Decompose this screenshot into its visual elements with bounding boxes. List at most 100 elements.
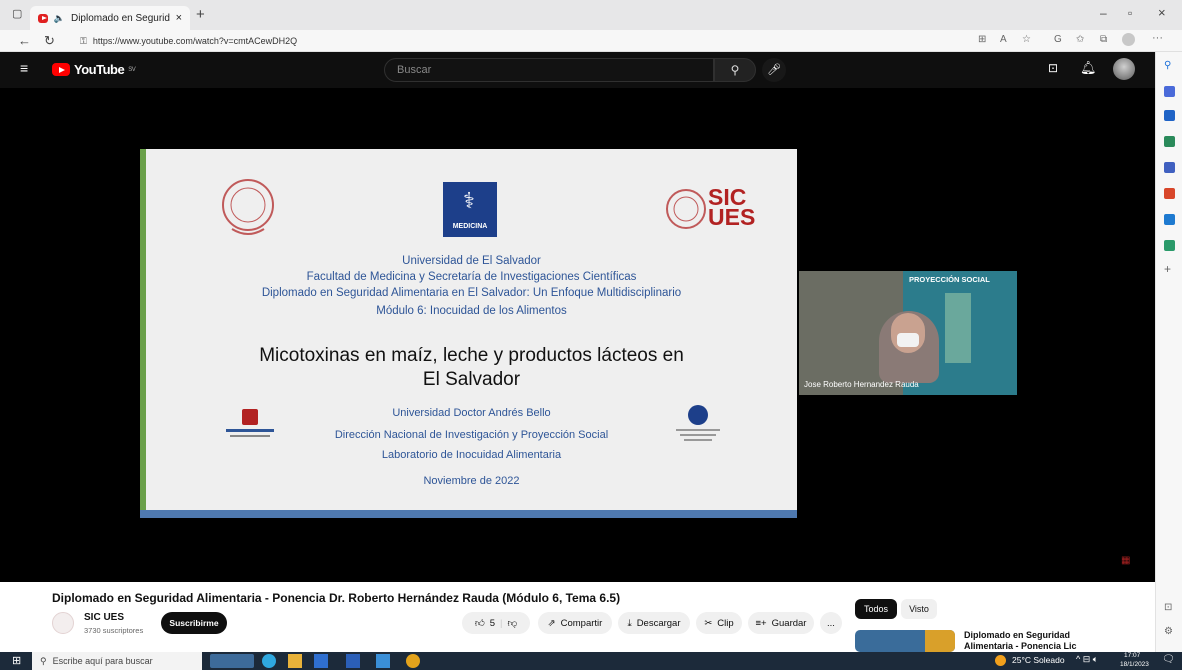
shopping-icon[interactable] — [1164, 110, 1175, 121]
collections-icon[interactable]: ⧉ — [1100, 34, 1107, 45]
slide-footer-direction: Dirección Nacional de Investigación y Pr… — [334, 429, 609, 441]
subscriber-count: 3730 suscriptores — [84, 626, 144, 635]
channel-avatar[interactable] — [52, 612, 74, 634]
channel-watermark-icon[interactable]: ▦ — [1121, 555, 1130, 566]
favorite-icon[interactable]: ☆ — [1022, 34, 1031, 45]
outlook-icon[interactable] — [1164, 214, 1175, 225]
photos-icon[interactable] — [376, 654, 390, 668]
slide-bottom-bar — [140, 510, 797, 518]
notifications-bell-icon[interactable]: 🔔︎ — [1080, 60, 1097, 76]
tab-actions-icon[interactable]: ▢ — [12, 7, 22, 20]
voice-search-button[interactable]: 🎤︎ — [762, 58, 786, 82]
store-icon[interactable] — [314, 654, 328, 668]
channel-name[interactable]: SIC UES — [84, 612, 124, 623]
slide-title-line1: Micotoxinas en maíz, leche y productos l… — [259, 345, 684, 366]
faculty-medicine-logo: ⚕ MEDICINA — [443, 182, 497, 237]
sic-ues-logo: SIC UES — [664, 181, 774, 237]
subscribe-button[interactable]: Suscribirme — [161, 612, 227, 634]
restore-icon[interactable]: ▫ — [1128, 6, 1132, 20]
profile-icon[interactable] — [1122, 33, 1135, 46]
copilot-icon[interactable] — [1164, 86, 1175, 97]
taskbar-search[interactable]: ⚲ Escribe aquí para buscar — [32, 652, 202, 670]
save-button[interactable]: ≡+ Guardar — [748, 612, 814, 634]
tools-icon[interactable] — [1164, 136, 1175, 147]
video-details: Diplomado en Seguridad Alimentaria - Pon… — [0, 582, 1155, 652]
recommended-video-title-line1[interactable]: Diplomado en Seguridad — [964, 630, 1070, 641]
edge-taskbar-icon[interactable] — [262, 654, 276, 668]
system-tray-icons[interactable]: ^ ⊟ 🔈︎ — [1076, 654, 1098, 665]
more-menu-icon[interactable]: ··· — [1152, 32, 1163, 44]
drop-icon[interactable] — [1164, 240, 1175, 251]
close-tab-icon[interactable]: × — [176, 12, 182, 24]
extension-icon[interactable]: G — [1054, 34, 1062, 45]
chip-todos[interactable]: Todos — [855, 599, 897, 619]
back-icon[interactable]: ← — [18, 33, 31, 48]
slide-footer-university: Universidad Doctor Andrés Bello — [392, 407, 551, 419]
thumbs-up-icon: 👍︎ — [474, 618, 485, 629]
slide-line-module: Módulo 6: Inocuidad de los Alimentos — [376, 305, 567, 317]
university-seal-logo — [222, 179, 274, 235]
youtube-favicon-icon — [38, 13, 48, 23]
like-count: 5 — [489, 617, 496, 629]
microphone-icon: 🎤︎ — [767, 64, 781, 76]
country-code: SV — [128, 66, 136, 73]
slide-footer-laboratory: Laboratorio de Inocuidad Alimentaria — [381, 449, 562, 461]
new-tab-icon[interactable]: + — [196, 6, 205, 23]
slide-line-university: Universidad de El Salvador — [402, 255, 541, 267]
word-icon[interactable] — [346, 654, 360, 668]
url-text: https://www.youtube.com/watch?v=cmtACewD… — [92, 36, 298, 46]
file-explorer-icon[interactable] — [288, 654, 302, 668]
hamburger-menu-icon[interactable]: ≡ — [20, 60, 28, 76]
weather-sun-icon — [995, 655, 1006, 666]
more-actions-button[interactable]: ... — [820, 612, 842, 634]
notifications-icon[interactable]: 🗨︎ — [1162, 654, 1175, 665]
clock-date[interactable]: 18/1/2023 — [1120, 661, 1149, 668]
download-button[interactable]: ⤓ Descargar — [618, 612, 690, 634]
video-player[interactable]: ⚕ MEDICINA SIC UES Universidad de El Sal… — [0, 88, 1155, 582]
scissors-icon: ✂ — [704, 617, 713, 629]
sidebar-settings-icon[interactable]: ⚙ — [1164, 626, 1173, 637]
add-sidebar-item-icon[interactable]: + — [1164, 262, 1171, 276]
playlist-add-icon: ≡+ — [755, 617, 767, 629]
favorites-bar-icon[interactable]: ✩ — [1076, 34, 1084, 45]
taskbar-widget-icon[interactable] — [210, 654, 254, 668]
read-aloud-icon[interactable]: A — [1000, 34, 1007, 45]
games-icon[interactable] — [1164, 162, 1175, 173]
clip-label: Clip — [717, 617, 734, 629]
chip-visto[interactable]: Visto — [901, 599, 937, 619]
weather-text[interactable]: 25°C Soleado — [1012, 655, 1065, 665]
search-icon: ⚲ — [730, 63, 740, 77]
ues-logo-text: UES — [708, 204, 756, 230]
user-avatar[interactable] — [1113, 58, 1135, 80]
like-dislike-button[interactable]: 👍︎ 5 | 👎︎ — [462, 612, 530, 634]
video-title: Diplomado en Seguridad Alimentaria - Pon… — [52, 591, 621, 605]
windows-start-icon[interactable]: ⊞ — [12, 654, 21, 667]
address-bar: ← ↻ ⚿ https://www.youtube.com/watch?v=cm… — [0, 30, 1182, 52]
close-window-icon[interactable]: × — [1158, 5, 1166, 20]
office-icon[interactable] — [1164, 188, 1175, 199]
clock-time[interactable]: 17:07 — [1124, 652, 1140, 659]
apps-icon[interactable]: ⊞ — [978, 34, 986, 45]
chrome-icon[interactable] — [406, 654, 420, 668]
youtube-logo[interactable]: YouTube SV — [52, 62, 136, 77]
share-button[interactable]: ⇗ Compartir — [538, 612, 612, 634]
search-button[interactable]: ⚲ — [714, 58, 756, 82]
speaker-webcam: PROYECCIÓN SOCIAL Jose Roberto Hernandez… — [799, 271, 1017, 395]
search-input[interactable]: Buscar — [384, 58, 714, 82]
sic-seal-icon — [666, 189, 706, 229]
recommended-video-thumbnail[interactable] — [855, 630, 955, 652]
search-sidebar-icon[interactable]: ⚲ — [1164, 60, 1171, 71]
browser-tab[interactable]: 🔈 Diplomado en Seguridad Al × — [30, 6, 190, 30]
browser-tab-bar: ▢ 🔈 Diplomado en Seguridad Al × + – ▫ × — [0, 0, 1182, 30]
refresh-icon[interactable]: ↻ — [44, 33, 55, 49]
url-field[interactable]: ⚿ https://www.youtube.com/watch?v=cmtACe… — [70, 33, 950, 49]
faculty-logo-text: MEDICINA — [452, 223, 488, 230]
hide-sidebar-icon[interactable]: ⊡ — [1164, 602, 1172, 613]
create-video-icon[interactable]: ⊡ — [1048, 61, 1058, 75]
minimize-icon[interactable]: – — [1100, 6, 1107, 20]
tab-title: Diplomado en Seguridad Al — [70, 12, 170, 24]
recommended-video-title-line2[interactable]: Alimentaria - Ponencia Lic — [964, 641, 1077, 652]
clip-button[interactable]: ✂ Clip — [696, 612, 742, 634]
speaker-name-label: Jose Roberto Hernandez Rauda — [804, 380, 919, 389]
youtube-logo-text: YouTube — [74, 62, 125, 77]
